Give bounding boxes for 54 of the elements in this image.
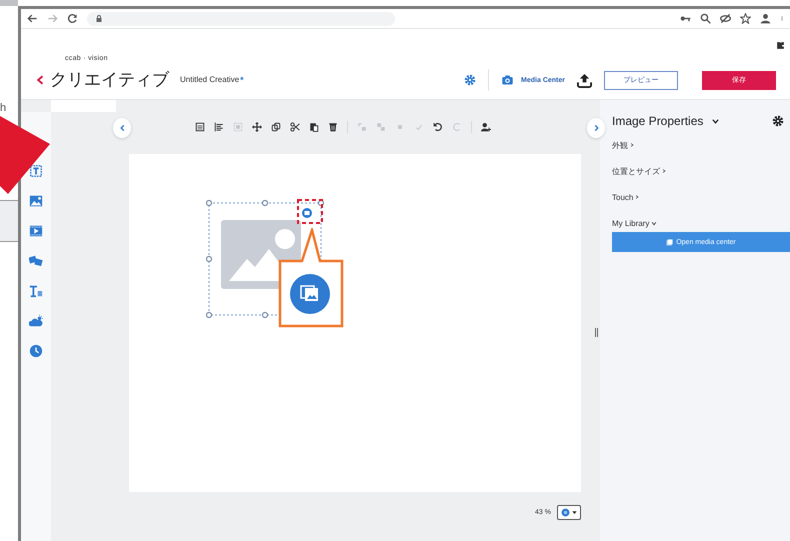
page-text: h (0, 102, 8, 114)
collapse-left-button[interactable] (113, 118, 131, 138)
reload-icon[interactable] (67, 13, 78, 24)
chevron-right-icon (635, 194, 640, 200)
section-toggle[interactable]: My Library (612, 216, 658, 230)
eye-slash-icon[interactable] (720, 13, 731, 24)
chevron-right-icon (662, 168, 666, 174)
page-title: クリエイティブ (50, 69, 169, 91)
weather-icon[interactable] (29, 314, 43, 328)
chevron-right-icon (592, 124, 600, 132)
align-left-icon[interactable] (214, 122, 224, 132)
settings-icon[interactable] (772, 115, 784, 127)
section-toggle[interactable]: 外観 (612, 138, 634, 152)
list-icon[interactable] (194, 122, 204, 132)
copy-icon[interactable] (270, 122, 280, 132)
image-icon[interactable] (29, 194, 43, 208)
clock-icon[interactable] (29, 344, 43, 358)
section-toggle[interactable]: Touch (612, 190, 640, 204)
text-frame-icon[interactable] (29, 164, 43, 178)
media-stack-icon (666, 238, 674, 246)
section-toggle[interactable]: 位置とサイズ (612, 164, 666, 178)
user-add-icon[interactable] (480, 122, 490, 132)
paste-icon[interactable] (308, 122, 318, 132)
zoom-icon[interactable] (700, 13, 711, 24)
caret-icon (572, 510, 577, 515)
chevron-down-icon (651, 220, 658, 226)
panel-strip (0, 200, 18, 242)
unsaved-mark: * (240, 74, 244, 84)
resize-handle[interactable] (595, 328, 598, 337)
chevron-left-icon (118, 124, 126, 132)
trash-icon[interactable] (328, 122, 338, 132)
puzzle-icon[interactable] (776, 41, 785, 50)
background-window-edge (0, 0, 18, 6)
slides-icon[interactable] (29, 254, 43, 268)
back-chevron-icon[interactable] (35, 72, 45, 86)
chevron-down-icon[interactable] (711, 118, 720, 124)
lock-icon (95, 14, 103, 23)
undo-icon[interactable] (432, 122, 442, 132)
panel-title[interactable]: Image Properties (612, 114, 704, 128)
zoom-dropdown[interactable] (557, 505, 581, 520)
text-icon[interactable] (29, 284, 43, 298)
chevron-right-icon (630, 142, 634, 148)
zoom-fit-icon (561, 508, 570, 517)
highlight-frame (297, 199, 323, 224)
film-icon[interactable] (29, 224, 43, 238)
camera-icon[interactable] (501, 74, 514, 86)
upload-icon[interactable] (577, 72, 592, 88)
collapse-right-button[interactable] (587, 118, 605, 138)
back-arrow-icon[interactable] (27, 13, 38, 24)
star-icon[interactable] (740, 13, 751, 24)
document-name: Untitled Creative (180, 75, 240, 84)
cut-icon[interactable] (290, 122, 300, 132)
move-icon[interactable] (252, 122, 262, 132)
profile-icon[interactable] (760, 13, 771, 24)
